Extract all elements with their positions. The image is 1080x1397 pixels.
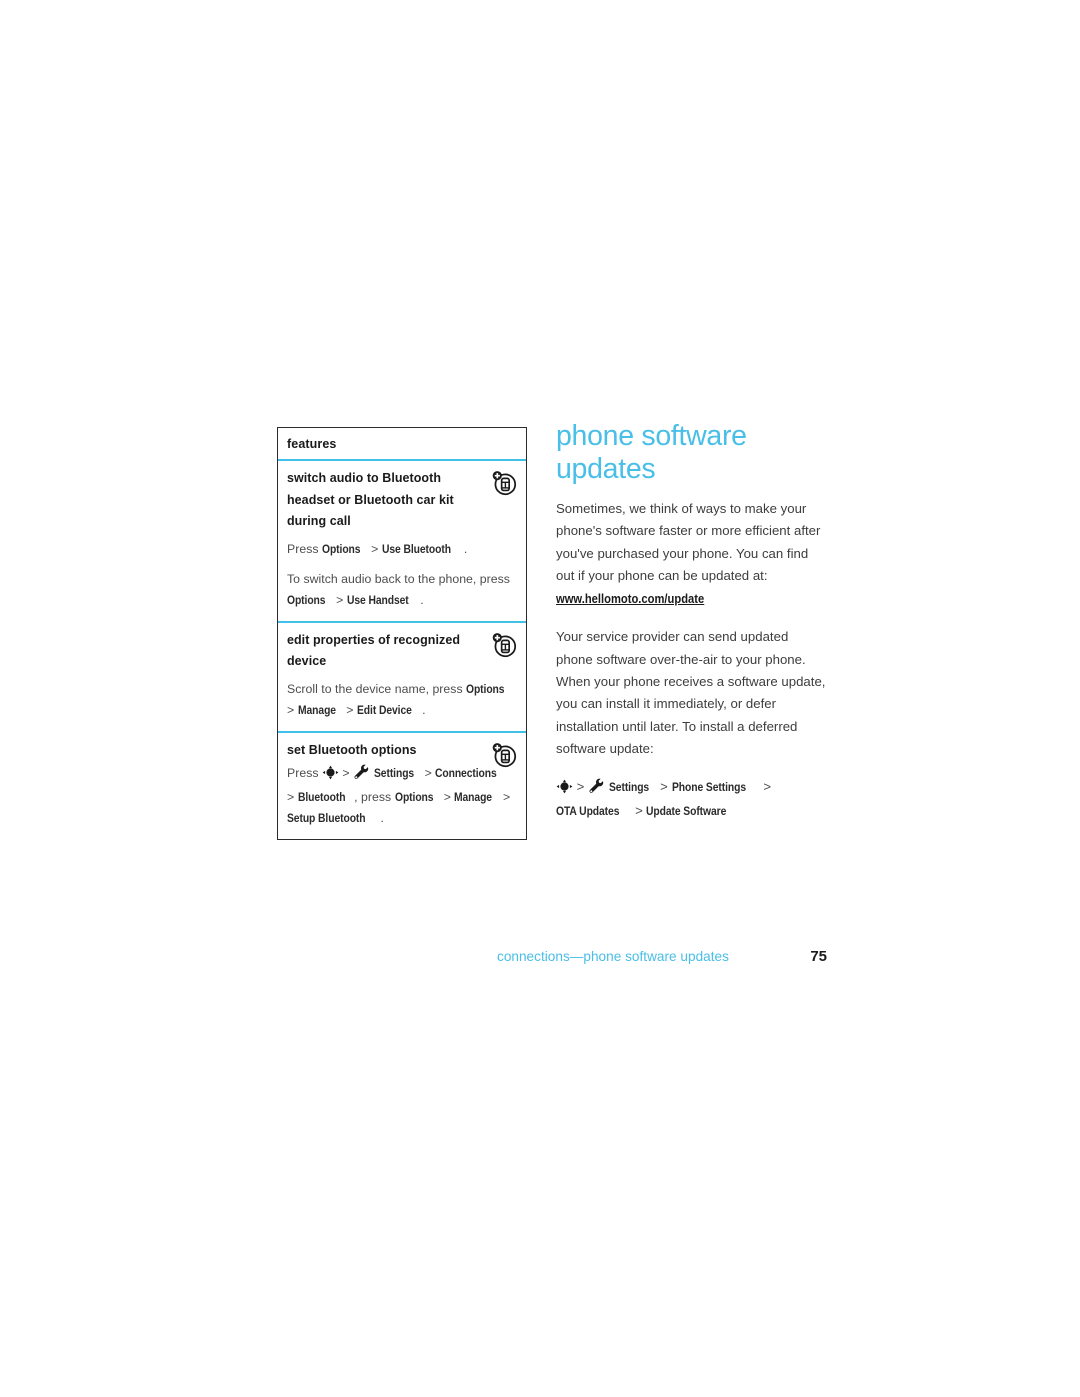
table-row: switch audio to Bluetooth headset or Blu… <box>278 459 526 621</box>
row-title: switch audio to Bluetooth headset or Blu… <box>287 471 454 528</box>
text-run: . <box>422 702 426 717</box>
path-separator: > <box>342 702 357 717</box>
table-row: set Bluetooth options Press > Settings >… <box>278 730 526 840</box>
row-body: Scroll to the device name, press Options… <box>287 679 517 721</box>
path-separator: > <box>367 541 382 556</box>
row-title: edit properties of recognized device <box>287 632 461 669</box>
paragraph: Your service provider can send updated p… <box>556 629 826 756</box>
menu-item-label: Manage <box>454 790 493 804</box>
menu-item-label: Manage <box>297 702 336 717</box>
path-separator: > <box>440 790 455 804</box>
instruction-paragraph: Press Options > Use Bluetooth. <box>287 539 517 560</box>
menu-item-label: OTA Updates <box>556 804 620 819</box>
menu-item-label: Connections <box>435 766 497 780</box>
path-separator: > <box>499 790 511 804</box>
instruction-paragraph: To switch audio back to the phone, press… <box>287 569 517 611</box>
menu-item-label: Edit Device <box>356 702 412 717</box>
menu-item-label: Phone Settings <box>671 780 746 795</box>
features-column: features switch audio to Bluetooth heads… <box>277 427 527 840</box>
instruction-paragraph: Press > Settings > Connections > Bluetoo… <box>287 763 517 829</box>
menu-item-label: Update Software <box>646 804 727 819</box>
path-separator: > <box>332 592 347 607</box>
paragraph: Sometimes, we think of ways to make your… <box>556 501 821 583</box>
row-body: Press > Settings > Connections > Bluetoo… <box>287 763 517 829</box>
row-title: set Bluetooth options <box>287 742 417 757</box>
text-run: . <box>463 541 468 556</box>
menu-item-label: Setup Bluetooth <box>287 811 366 825</box>
menu-item-label: Options <box>466 681 505 696</box>
text-run: Press <box>287 766 322 780</box>
text-run: . <box>380 811 384 825</box>
bluetooth-device-add-icon <box>490 631 518 659</box>
text-run: , press <box>354 790 395 804</box>
menu-item-label: Bluetooth <box>297 790 346 804</box>
instruction-paragraph: Scroll to the device name, press Options… <box>287 679 517 721</box>
article-column: phone software updates Sometimes, we thi… <box>556 420 828 822</box>
menu-item-label: Options <box>321 541 361 556</box>
menu-item-label: Options <box>394 790 434 804</box>
page-title: phone software updates <box>556 420 747 485</box>
center-key-icon <box>556 779 573 800</box>
hellomoto-update-link[interactable]: www.hellomoto.com/update <box>556 588 704 610</box>
text-run: Scroll to the device name, press <box>287 681 467 696</box>
features-table: features switch audio to Bluetooth heads… <box>277 427 527 840</box>
path-separator: > <box>631 803 647 819</box>
page-footer: connections—phone software updates 75 <box>497 948 827 965</box>
path-separator: > <box>656 779 672 795</box>
center-key-icon <box>322 765 339 787</box>
breadcrumb: connections—phone software updates <box>497 949 729 964</box>
text-run <box>370 766 373 780</box>
menu-item-label: Use Handset <box>346 592 409 607</box>
bluetooth-device-add-icon <box>490 741 518 769</box>
text-run: . <box>420 592 424 607</box>
text-run: To switch audio back to the phone, press <box>287 571 510 586</box>
path-separator: > <box>287 702 298 717</box>
features-table-header: features <box>278 428 526 459</box>
row-body: Press Options > Use Bluetooth. To switch … <box>287 539 517 611</box>
menu-item-label: Options <box>287 592 326 607</box>
article-body: Sometimes, we think of ways to make your… <box>556 498 828 822</box>
menu-item-label: Settings <box>373 766 414 780</box>
settings-gear-icon <box>588 778 605 800</box>
settings-gear-icon <box>353 764 370 787</box>
update-link-paragraph: www.hellomoto.com/update <box>556 588 828 610</box>
features-table-header-label: features <box>287 437 337 451</box>
menu-path: > Settings > Phone Settings > OTA Update… <box>556 776 828 822</box>
manual-page: features switch audio to Bluetooth heads… <box>0 0 1080 1397</box>
path-separator: > <box>421 766 436 780</box>
menu-item-label: Use Bluetooth <box>381 541 451 556</box>
page-number: 75 <box>810 948 827 965</box>
text-run: Press <box>287 541 322 556</box>
bluetooth-device-add-icon <box>490 469 518 497</box>
path-separator: > <box>573 779 589 795</box>
menu-item-label: Settings <box>608 780 649 795</box>
path-separator: > <box>287 790 298 804</box>
table-row: edit properties of recognized device Scr… <box>278 620 526 731</box>
path-separator: > <box>759 779 772 795</box>
path-separator: > <box>338 766 354 780</box>
